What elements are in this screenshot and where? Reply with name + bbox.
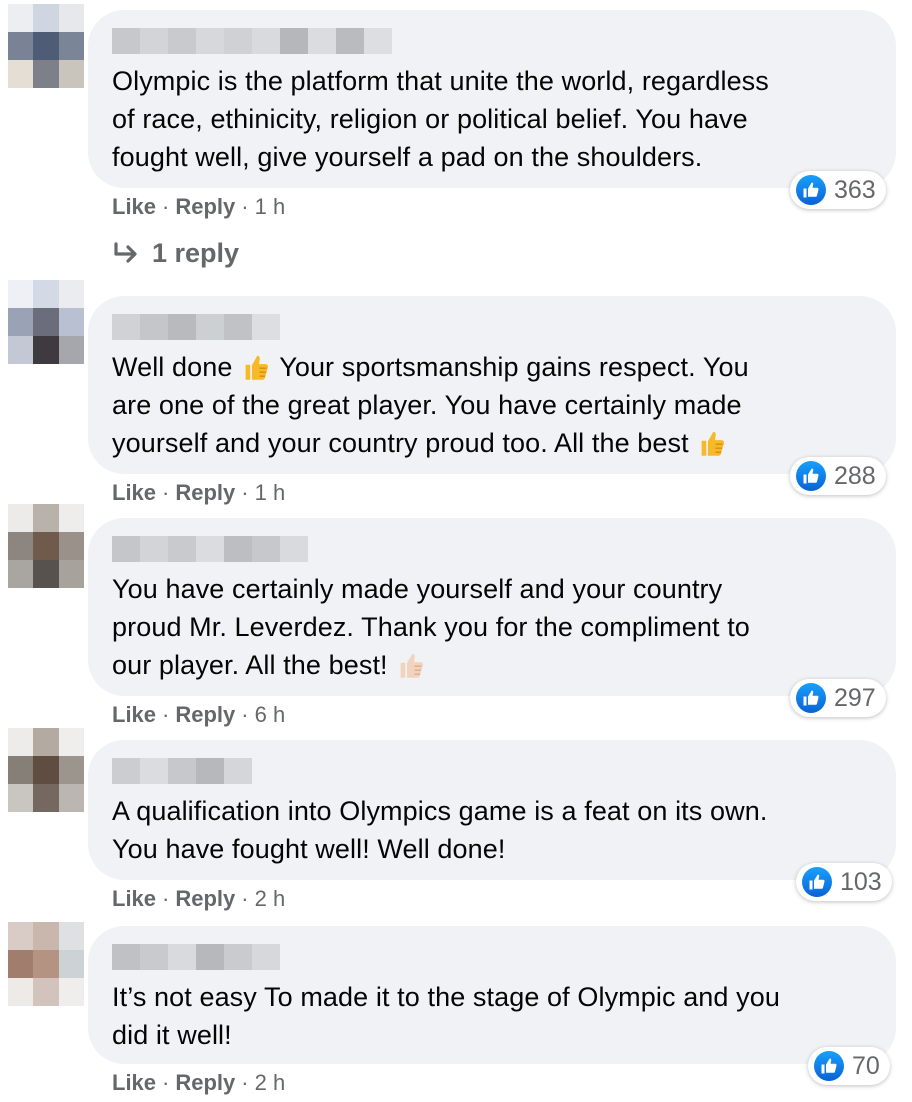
comment-text: You have certainly made yourself and you… — [112, 574, 750, 680]
reply-link[interactable]: Reply — [175, 886, 235, 911]
avatar[interactable] — [8, 922, 84, 1006]
thumbs-up-emoji-icon — [245, 355, 269, 380]
comment-text: Well done Your sportsmanship gains respe… — [112, 352, 749, 458]
reply-link[interactable]: Reply — [175, 194, 235, 219]
author-name-blurred[interactable] — [112, 536, 872, 562]
author-name-blurred[interactable] — [112, 314, 872, 340]
reaction-count[interactable]: 363 — [790, 171, 886, 209]
reply-link[interactable]: Reply — [175, 1070, 235, 1095]
like-icon — [802, 867, 832, 897]
author-name-blurred[interactable] — [112, 28, 872, 54]
comment-text: Olympic is the platform that unite the w… — [112, 66, 769, 172]
comment-actions: Like · Reply · 2 h — [112, 1070, 286, 1095]
comment-actions: Like · Reply · 2 h — [112, 886, 286, 911]
comment-bubble: You have certainly made yourself and you… — [88, 518, 896, 696]
comment-bubble: Well done Your sportsmanship gains respe… — [88, 296, 896, 474]
avatar[interactable] — [8, 280, 84, 364]
comment-text: A qualification into Olympics game is a … — [112, 796, 768, 864]
comment-bubble: Olympic is the platform that unite the w… — [88, 10, 896, 188]
comment-actions: Like · Reply · 1 h — [112, 194, 286, 219]
timestamp[interactable]: 1 h — [255, 194, 286, 219]
reaction-number: 297 — [834, 683, 876, 712]
like-icon — [796, 683, 826, 713]
reaction-number: 70 — [852, 1051, 880, 1080]
like-link[interactable]: Like — [112, 194, 156, 219]
like-link[interactable]: Like — [112, 702, 156, 727]
avatar[interactable] — [8, 504, 84, 588]
comment-actions: Like · Reply · 1 h — [112, 480, 286, 505]
timestamp[interactable]: 6 h — [255, 702, 286, 727]
reply-link[interactable]: Reply — [175, 702, 235, 727]
reaction-count[interactable]: 70 — [808, 1047, 890, 1085]
thumbs-up-emoji-icon — [400, 653, 424, 678]
reaction-count[interactable]: 103 — [796, 863, 892, 901]
like-icon — [796, 461, 826, 491]
timestamp[interactable]: 2 h — [255, 1070, 286, 1095]
like-link[interactable]: Like — [112, 1070, 156, 1095]
comment-bubble: A qualification into Olympics game is a … — [88, 740, 896, 880]
like-icon — [814, 1051, 844, 1081]
comment-text: It’s not easy To made it to the stage of… — [112, 982, 780, 1050]
like-link[interactable]: Like — [112, 480, 156, 505]
reaction-number: 288 — [834, 461, 876, 490]
comment-actions: Like · Reply · 6 h — [112, 702, 286, 727]
author-name-blurred[interactable] — [112, 758, 872, 784]
reaction-number: 103 — [840, 867, 882, 896]
reaction-count[interactable]: 288 — [790, 457, 886, 495]
reply-arrow-icon — [114, 241, 137, 263]
timestamp[interactable]: 1 h — [255, 480, 286, 505]
reaction-count[interactable]: 297 — [790, 679, 886, 717]
like-link[interactable]: Like — [112, 886, 156, 911]
avatar[interactable] — [8, 4, 84, 88]
timestamp[interactable]: 2 h — [255, 886, 286, 911]
like-icon — [796, 175, 826, 205]
view-replies-link[interactable]: 1 reply — [112, 238, 239, 269]
author-name-blurred[interactable] — [112, 944, 872, 970]
thumbs-up-emoji-icon — [701, 431, 725, 456]
reaction-number: 363 — [834, 175, 876, 204]
comment-bubble: It’s not easy To made it to the stage of… — [88, 926, 896, 1064]
avatar[interactable] — [8, 728, 84, 812]
reply-link[interactable]: Reply — [175, 480, 235, 505]
